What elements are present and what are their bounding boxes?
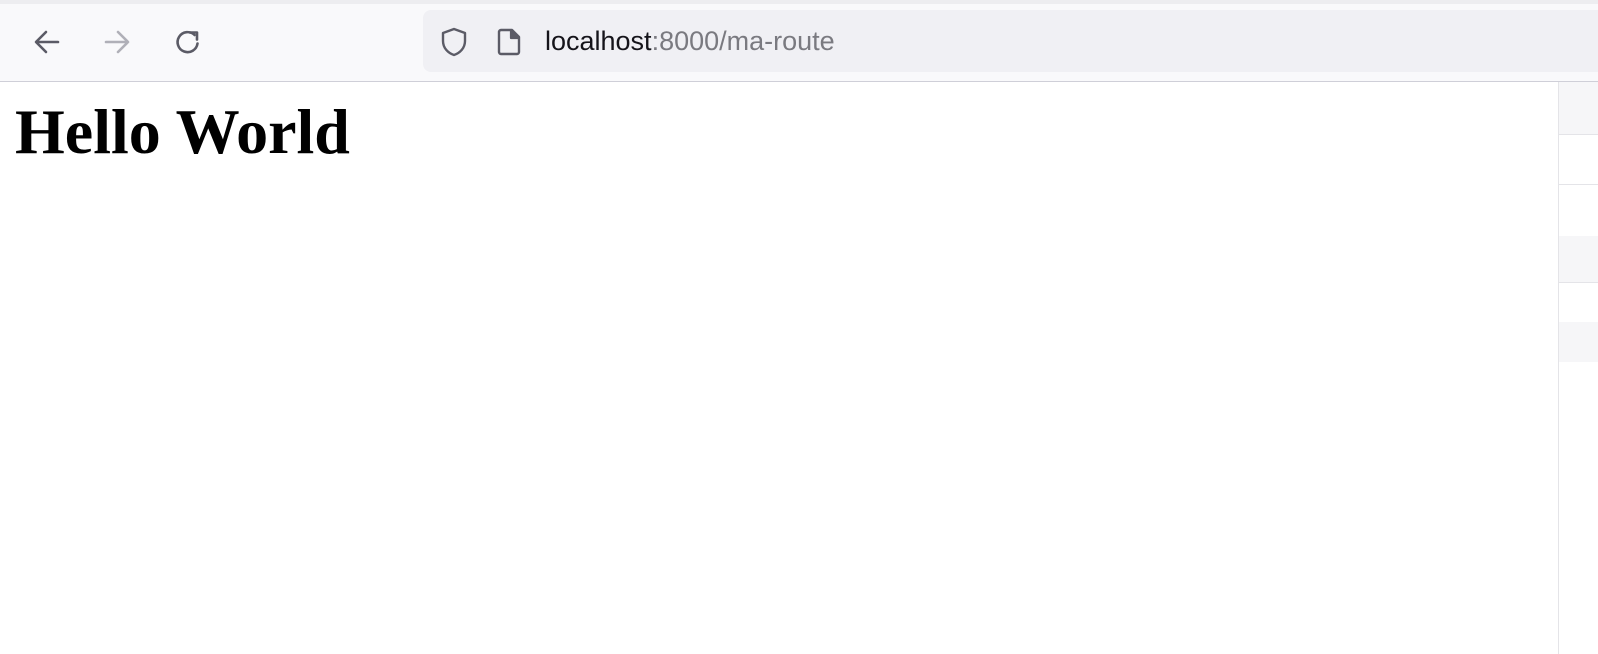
- url-host: localhost: [545, 26, 652, 56]
- reload-button[interactable]: [168, 22, 208, 62]
- browser-toolbar: localhost:8000/ma-route: [0, 0, 1598, 82]
- url-path: :8000/ma-route: [651, 26, 835, 56]
- page-heading: Hello World: [15, 96, 350, 167]
- page-info-button[interactable]: [493, 26, 525, 58]
- reload-icon: [176, 30, 199, 54]
- site-security-button[interactable]: [438, 26, 470, 58]
- forward-button[interactable]: [97, 22, 137, 62]
- side-panel-edge: [1558, 82, 1598, 654]
- shield-icon: [441, 27, 467, 57]
- url-text[interactable]: localhost:8000/ma-route: [545, 10, 835, 72]
- url-bar[interactable]: localhost:8000/ma-route: [423, 10, 1598, 72]
- back-button[interactable]: [27, 22, 67, 62]
- side-panel-divider: [1559, 282, 1598, 283]
- side-panel-segment: [1559, 82, 1598, 134]
- document-icon: [497, 28, 521, 56]
- side-panel-divider: [1559, 134, 1598, 135]
- arrow-left-icon: [34, 30, 60, 54]
- page-content: Hello World: [0, 82, 1558, 654]
- toolbar-top-edge: [0, 0, 1598, 4]
- side-panel-segment: [1559, 322, 1598, 362]
- side-panel-segment: [1559, 236, 1598, 282]
- arrow-right-icon: [104, 30, 130, 54]
- side-panel-divider: [1559, 184, 1598, 185]
